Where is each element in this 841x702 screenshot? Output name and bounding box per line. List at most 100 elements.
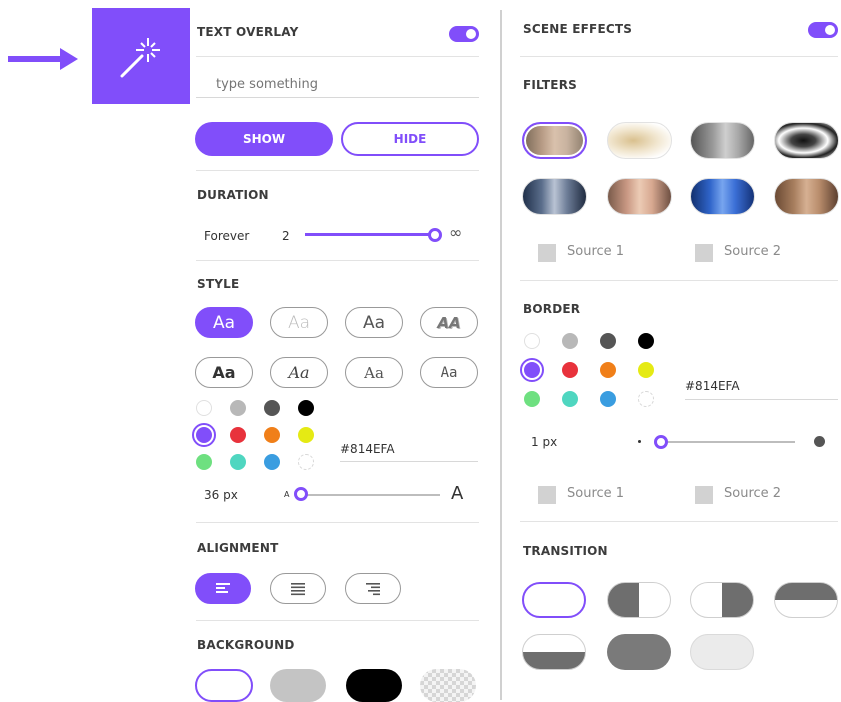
- arrow-right-icon: [8, 48, 78, 70]
- border-title: BORDER: [523, 302, 581, 316]
- magic-wand-icon: [120, 38, 160, 78]
- filter-source2-checkbox[interactable]: [695, 244, 713, 262]
- text-color-swatch[interactable]: [298, 454, 314, 470]
- filter-source1-label: Source 1: [567, 244, 625, 259]
- text-color-swatch[interactable]: [196, 454, 212, 470]
- divider: [196, 620, 479, 621]
- show-button[interactable]: SHOW: [195, 122, 333, 156]
- font-style-sample: Aa: [212, 312, 236, 333]
- border-source2-checkbox[interactable]: [695, 486, 713, 504]
- font-size-slider-track[interactable]: [300, 494, 440, 496]
- border-source1-label: Source 1: [567, 486, 625, 501]
- font-style-sample: AA: [437, 313, 461, 332]
- transition-title: TRANSITION: [523, 544, 608, 558]
- font-style-sample: Aa: [440, 364, 458, 381]
- border-width-slider-handle[interactable]: [654, 435, 668, 449]
- font-style-option[interactable]: Aa: [195, 307, 253, 338]
- align-right-icon: [366, 582, 380, 595]
- background-option-black[interactable]: [346, 669, 402, 702]
- border-source2-label: Source 2: [724, 486, 782, 501]
- font-style-option[interactable]: Aa: [195, 357, 253, 388]
- transition-option-fade-light[interactable]: [690, 634, 754, 670]
- align-left-button[interactable]: [195, 573, 251, 604]
- transition-option-wipe-left[interactable]: [690, 582, 754, 618]
- font-size-label: 36 px: [204, 488, 238, 502]
- align-center-button[interactable]: [270, 573, 326, 604]
- filter-option-sepia[interactable]: [774, 178, 839, 215]
- filter-option-dark-blue[interactable]: [522, 178, 587, 215]
- style-title: STYLE: [197, 277, 240, 291]
- text-overlay-title: TEXT OVERLAY: [197, 25, 299, 39]
- border-source1-checkbox[interactable]: [538, 486, 556, 504]
- border-color-swatch[interactable]: [638, 333, 654, 349]
- font-size-min-icon: A: [284, 490, 290, 499]
- transition-option-wipe-right[interactable]: [607, 582, 671, 618]
- text-color-swatch[interactable]: [264, 400, 280, 416]
- background-option-gray[interactable]: [270, 669, 326, 702]
- text-overlay-input[interactable]: [196, 72, 479, 98]
- border-width-label: 1 px: [531, 435, 558, 449]
- font-style-option[interactable]: Aa: [345, 307, 403, 338]
- text-color-swatch[interactable]: [196, 400, 212, 416]
- font-style-sample: Aa: [364, 363, 384, 382]
- filter-option-original[interactable]: [522, 122, 587, 159]
- transition-option-wipe-up[interactable]: [522, 634, 586, 670]
- border-color-swatch[interactable]: [562, 362, 578, 378]
- background-option-transparent[interactable]: [420, 669, 476, 702]
- divider: [520, 280, 838, 281]
- text-color-swatch[interactable]: [298, 400, 314, 416]
- border-color-swatch[interactable]: [524, 333, 540, 349]
- hide-button[interactable]: HIDE: [341, 122, 479, 156]
- border-color-swatch[interactable]: [600, 391, 616, 407]
- magic-wand-tool-button[interactable]: [92, 8, 190, 104]
- font-style-option[interactable]: Aa: [270, 357, 328, 388]
- alignment-title: ALIGNMENT: [197, 541, 279, 555]
- filter-option-vintage[interactable]: [607, 122, 672, 159]
- font-style-option[interactable]: Aa: [420, 357, 478, 388]
- border-color-swatch[interactable]: [562, 333, 578, 349]
- align-center-icon: [291, 582, 305, 595]
- text-color-hex-input[interactable]: [340, 436, 478, 462]
- text-color-swatch[interactable]: [264, 427, 280, 443]
- font-size-max-icon: A: [451, 483, 464, 504]
- font-style-option[interactable]: Aa: [270, 307, 328, 338]
- font-style-option[interactable]: Aa: [345, 357, 403, 388]
- filter-option-grayscale[interactable]: [690, 122, 755, 159]
- border-width-max-icon: [814, 436, 825, 447]
- filter-source2-label: Source 2: [724, 244, 782, 259]
- text-color-swatch[interactable]: [264, 454, 280, 470]
- text-color-swatch[interactable]: [298, 427, 314, 443]
- divider: [520, 521, 838, 522]
- font-style-sample: Aa: [287, 312, 311, 333]
- border-color-swatch[interactable]: [638, 391, 654, 407]
- background-option-white[interactable]: [195, 669, 253, 702]
- text-color-swatch[interactable]: [230, 427, 246, 443]
- border-width-min-icon: [638, 440, 641, 443]
- text-color-swatch[interactable]: [230, 400, 246, 416]
- filter-option-high-contrast[interactable]: [774, 122, 839, 159]
- font-style-option[interactable]: AA: [420, 307, 478, 338]
- scene-effects-toggle[interactable]: [808, 22, 838, 38]
- duration-slider-handle[interactable]: [428, 228, 442, 242]
- border-color-swatch[interactable]: [600, 362, 616, 378]
- border-color-swatch[interactable]: [638, 362, 654, 378]
- text-color-swatch[interactable]: [230, 454, 246, 470]
- border-color-swatch[interactable]: [600, 333, 616, 349]
- border-width-slider-track[interactable]: [660, 441, 795, 443]
- text-overlay-toggle[interactable]: [449, 26, 479, 42]
- transition-option-none[interactable]: [522, 582, 586, 618]
- border-color-swatch[interactable]: [524, 391, 540, 407]
- font-style-sample: Aa: [362, 312, 386, 333]
- filter-option-blue[interactable]: [690, 178, 755, 215]
- align-right-button[interactable]: [345, 573, 401, 604]
- duration-slider-fill: [305, 233, 435, 236]
- border-color-hex-input[interactable]: [685, 372, 838, 400]
- border-color-swatch[interactable]: [562, 391, 578, 407]
- transition-option-fade-dark[interactable]: [607, 634, 671, 670]
- transition-option-wipe-down[interactable]: [774, 582, 838, 618]
- font-size-slider-handle[interactable]: [294, 487, 308, 501]
- font-style-sample: Aa: [288, 363, 310, 382]
- filters-title: FILTERS: [523, 78, 577, 92]
- filter-source1-checkbox[interactable]: [538, 244, 556, 262]
- filter-option-warm[interactable]: [607, 178, 672, 215]
